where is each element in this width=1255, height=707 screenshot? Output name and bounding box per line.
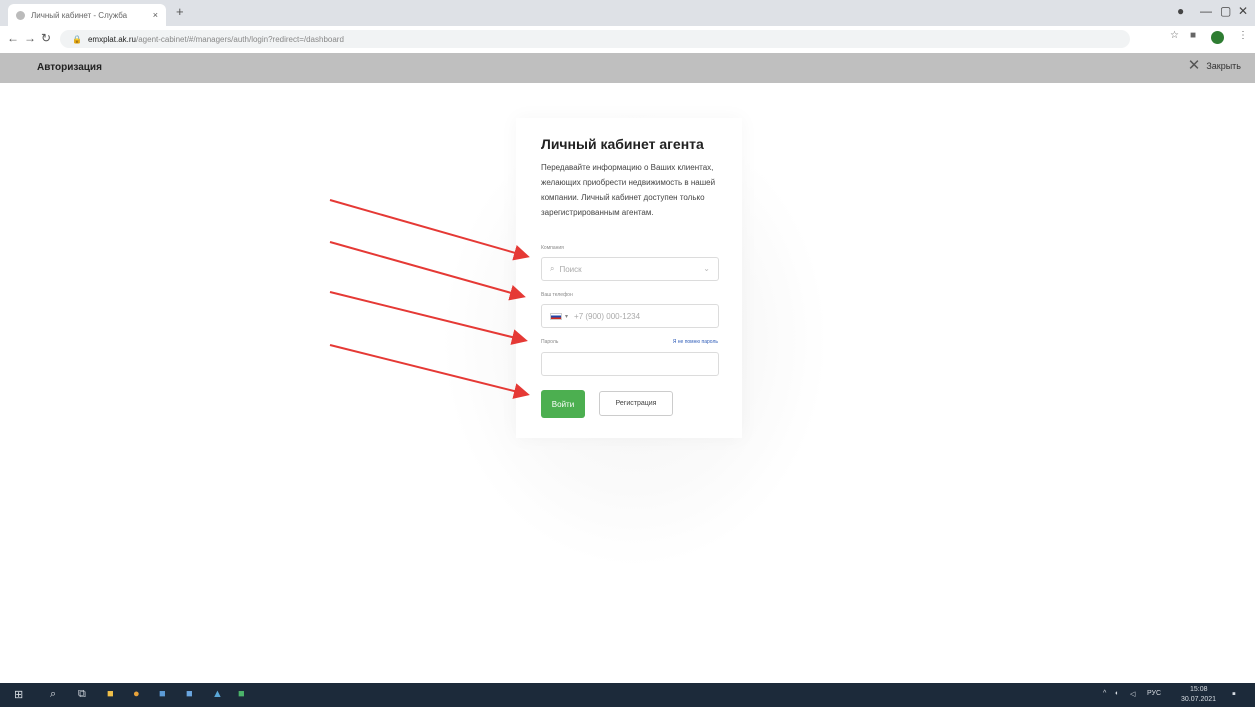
language-indicator[interactable]: РУС xyxy=(1147,690,1161,697)
annotation-arrows xyxy=(329,199,530,399)
arrow-phone xyxy=(329,241,526,301)
arrow-company xyxy=(329,199,530,261)
search-icon[interactable]: ⌕ xyxy=(50,688,56,701)
chrome-icon[interactable]: ● xyxy=(133,688,140,700)
app-icon-2[interactable]: ■ xyxy=(186,688,193,700)
file-explorer-icon[interactable]: ■ xyxy=(107,688,114,700)
app-icon[interactable]: ■ xyxy=(159,688,166,700)
network-icon[interactable]: ◐ xyxy=(1115,690,1119,697)
task-view-icon[interactable]: ⧉ xyxy=(78,688,86,701)
app-icon-4[interactable]: ■ xyxy=(238,688,245,700)
os-taskbar: ⊞ ⌕ ⧉ ■ ● ■ ■ ▲ ■ ^ ◐ ◁ РУС 15:08 30.07.… xyxy=(0,683,1255,707)
clock-date: 30.07.2021 xyxy=(1181,696,1217,703)
app-icon-3[interactable]: ▲ xyxy=(212,688,223,700)
notification-icon[interactable]: ▪ xyxy=(1232,688,1236,700)
clock-time: 15:08 xyxy=(1190,686,1208,693)
windows-start-icon[interactable]: ⊞ xyxy=(14,688,23,701)
volume-icon[interactable]: ◁ xyxy=(1130,690,1135,698)
arrow-password xyxy=(329,291,528,345)
arrow-login xyxy=(329,344,530,399)
tray-chevron-icon[interactable]: ^ xyxy=(1103,690,1106,697)
